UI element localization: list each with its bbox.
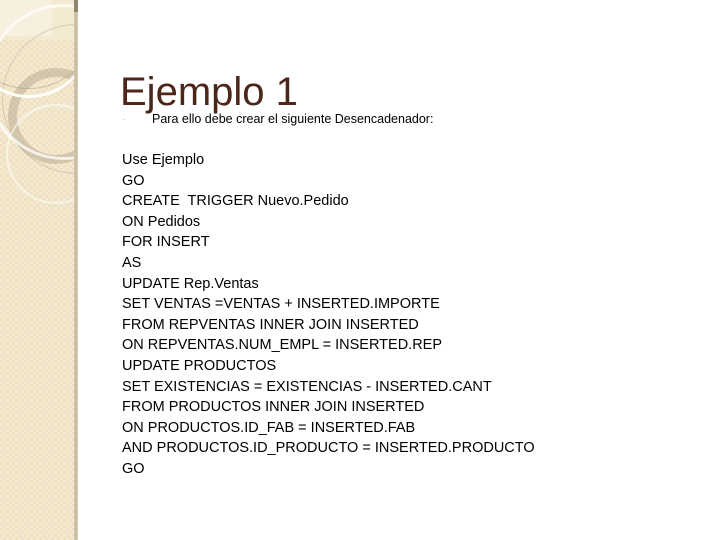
code-line: FROM PRODUCTOS INNER JOIN INSERTED xyxy=(122,399,425,416)
bullet-marker-icon: · xyxy=(122,114,125,124)
code-line: GO xyxy=(122,460,145,477)
code-line: SET VENTAS =VENTAS + INSERTED.IMPORTE xyxy=(122,296,440,313)
code-line: ON REPVENTAS.NUM_EMPL = INSERTED.REP xyxy=(122,337,443,354)
code-line: Use Ejemplo xyxy=(122,152,205,168)
decorative-sidebar xyxy=(0,0,78,540)
code-line: UPDATE Rep.Ventas xyxy=(122,275,259,292)
sidebar-edge-strip xyxy=(74,0,78,540)
code-line: AS xyxy=(122,254,142,271)
code-line: FROM REPVENTAS INNER JOIN INSERTED xyxy=(122,316,419,333)
code-line: CREATE TRIGGER Nuevo.Pedido xyxy=(122,193,349,210)
code-line: SET EXISTENCIAS = EXISTENCIAS - INSERTED… xyxy=(122,378,492,395)
code-line: ON PRODUCTOS.ID_FAB = INSERTED.FAB xyxy=(122,419,416,436)
slide-canvas: Ejemplo 1 · Para ello debe crear el sigu… xyxy=(0,0,720,540)
code-line: GO xyxy=(122,172,145,189)
code-line: UPDATE PRODUCTOS xyxy=(122,357,277,374)
bullet-item: · Para ello debe crear el siguiente Dese… xyxy=(122,112,433,126)
bullet-item-label: Para ello debe crear el siguiente Desenc… xyxy=(152,112,434,126)
code-line: FOR INSERT xyxy=(122,234,210,251)
sidebar-edge-top-cap xyxy=(74,0,78,12)
code-block: Use Ejemplo GO CREATE TRIGGER Nuevo.Pedi… xyxy=(122,150,682,480)
page-title: Ejemplo 1 xyxy=(120,69,298,114)
code-line: ON Pedidos xyxy=(122,213,201,230)
code-line: AND PRODUCTOS.ID_PRODUCTO = INSERTED.PRO… xyxy=(122,440,535,457)
